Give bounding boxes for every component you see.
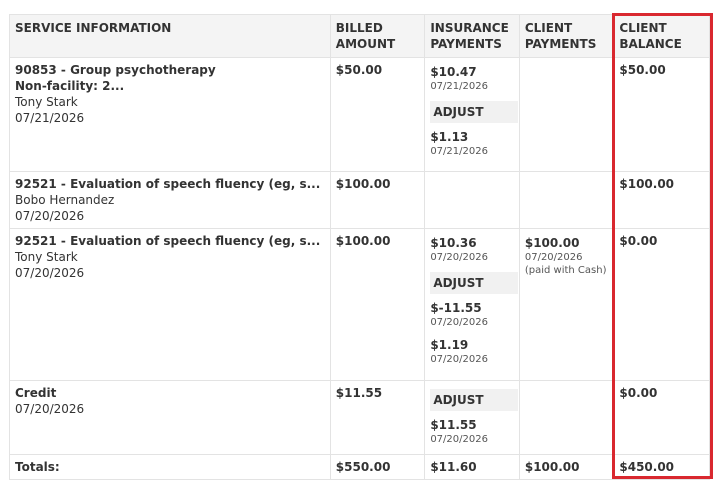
adjustment-entry: $1.13 07/21/2026 — [430, 129, 514, 158]
client-payment-cell: $100.00 07/20/2026 (paid with Cash) — [518, 228, 615, 381]
client-payment-cell — [518, 380, 615, 455]
billing-table: SERVICE INFORMATION BILLED AMOUNT INSURAN… — [9, 14, 710, 480]
adjustment-entry: $11.55 07/20/2026 — [430, 417, 514, 446]
billed-cell: $100.00 — [329, 228, 426, 381]
table-row[interactable]: 92521 - Evaluation of speech fluency (eg… — [9, 228, 710, 381]
adjustment-date: 07/20/2026 — [430, 354, 488, 365]
client-payment-cell — [518, 171, 615, 229]
adjustment-entry: $-11.55 07/20/2026 — [430, 300, 514, 329]
insurance-cell: $10.36 07/20/2026 ADJUST $-11.55 07/20/2… — [424, 228, 520, 381]
adjust-label: ADJUST — [430, 389, 519, 411]
service-cell: 92521 - Evaluation of speech fluency (eg… — [9, 171, 331, 229]
adjustment-amount: $1.13 — [430, 130, 469, 144]
billing-table-container: SERVICE INFORMATION BILLED AMOUNT INSURAN… — [9, 14, 710, 480]
service-cell: Credit 07/20/2026 — [9, 380, 331, 455]
header-client-balance[interactable]: CLIENT BALANCE — [613, 14, 710, 58]
client-balance-cell: $50.00 — [613, 57, 710, 172]
insurance-payment-amount: $10.47 — [430, 65, 477, 79]
service-subtitle: Non-facility: 2... — [15, 79, 125, 93]
client-payment-amount: $100.00 — [524, 236, 580, 250]
table-header-row: SERVICE INFORMATION BILLED AMOUNT INSURAN… — [9, 14, 710, 58]
service-title: 92521 - Evaluation of speech fluency (eg… — [15, 234, 321, 248]
client-balance-amount: $0.00 — [619, 386, 658, 400]
totals-label: Totals: — [9, 454, 331, 480]
client-payment-date: 07/20/2026 — [524, 252, 583, 263]
insurance-cell: ADJUST $11.55 07/20/2026 — [424, 380, 520, 455]
header-insurance-payments[interactable]: INSURANCE PAYMENTS — [424, 14, 520, 58]
insurance-payment-date: 07/21/2026 — [430, 81, 488, 92]
header-client-payments[interactable]: CLIENT PAYMENTS — [518, 14, 615, 58]
adjustment-amount: $11.55 — [430, 418, 477, 432]
insurance-payment-date: 07/20/2026 — [430, 252, 488, 263]
billed-cell: $11.55 — [329, 380, 426, 455]
service-title: Credit — [15, 386, 57, 400]
client-balance-cell: $100.00 — [613, 171, 710, 229]
billed-amount: $100.00 — [335, 234, 391, 248]
adjustment-date: 07/21/2026 — [430, 146, 488, 157]
billed-amount: $11.55 — [335, 386, 383, 400]
header-service-information[interactable]: SERVICE INFORMATION — [9, 14, 331, 58]
client-balance-cell: $0.00 — [613, 380, 710, 455]
table-row[interactable]: 90853 - Group psychotherapy Non-facility… — [9, 57, 710, 172]
service-date: 07/20/2026 — [15, 266, 85, 280]
adjust-label: ADJUST — [430, 272, 519, 294]
header-billed-amount[interactable]: BILLED AMOUNT — [329, 14, 426, 58]
adjustment-amount: $1.19 — [430, 338, 469, 352]
client-balance-amount: $0.00 — [619, 234, 658, 248]
table-row[interactable]: Credit 07/20/2026 $11.55 ADJUST $11.55 0… — [9, 380, 710, 455]
client-name: Tony Stark — [15, 250, 78, 264]
totals-billed: $550.00 — [329, 454, 426, 480]
client-payment-cell — [518, 57, 615, 172]
client-balance-cell: $0.00 — [613, 228, 710, 381]
totals-client-payments: $100.00 — [518, 454, 615, 480]
service-title: 90853 - Group psychotherapy — [15, 63, 216, 77]
service-date: 07/20/2026 — [15, 209, 85, 223]
billed-cell: $50.00 — [329, 57, 426, 172]
service-cell: 90853 - Group psychotherapy Non-facility… — [9, 57, 331, 172]
service-title: 92521 - Evaluation of speech fluency (eg… — [15, 177, 321, 191]
client-balance-amount: $100.00 — [619, 177, 675, 191]
billed-amount: $50.00 — [335, 63, 383, 77]
insurance-payment: $10.36 07/20/2026 — [430, 235, 514, 264]
adjust-label: ADJUST — [430, 101, 519, 123]
insurance-cell: $10.47 07/21/2026 ADJUST $1.13 07/21/202… — [424, 57, 520, 172]
client-payment: $100.00 07/20/2026 (paid with Cash) — [525, 235, 609, 277]
client-payment-method: (paid with Cash) — [524, 265, 607, 276]
client-name: Bobo Hernandez — [15, 193, 115, 207]
client-name: Tony Stark — [15, 95, 78, 109]
table-row[interactable]: 92521 - Evaluation of speech fluency (eg… — [9, 171, 710, 229]
insurance-payment: $10.47 07/21/2026 — [430, 64, 514, 93]
billed-amount: $100.00 — [335, 177, 391, 191]
service-date: 07/20/2026 — [15, 402, 85, 416]
adjustment-date: 07/20/2026 — [430, 434, 488, 445]
client-balance-amount: $50.00 — [619, 63, 666, 77]
insurance-cell — [424, 171, 520, 229]
insurance-payment-amount: $10.36 — [430, 236, 477, 250]
totals-row: Totals: $550.00 $11.60 $100.00 $450.00 — [9, 454, 710, 480]
totals-client-balance: $450.00 — [613, 454, 710, 480]
service-cell: 92521 - Evaluation of speech fluency (eg… — [9, 228, 331, 381]
adjustment-amount: $-11.55 — [430, 301, 482, 315]
adjustment-entry: $1.19 07/20/2026 — [430, 337, 514, 366]
service-date: 07/21/2026 — [15, 111, 85, 125]
totals-insurance: $11.60 — [424, 454, 520, 480]
billed-cell: $100.00 — [329, 171, 426, 229]
adjustment-date: 07/20/2026 — [430, 317, 488, 328]
